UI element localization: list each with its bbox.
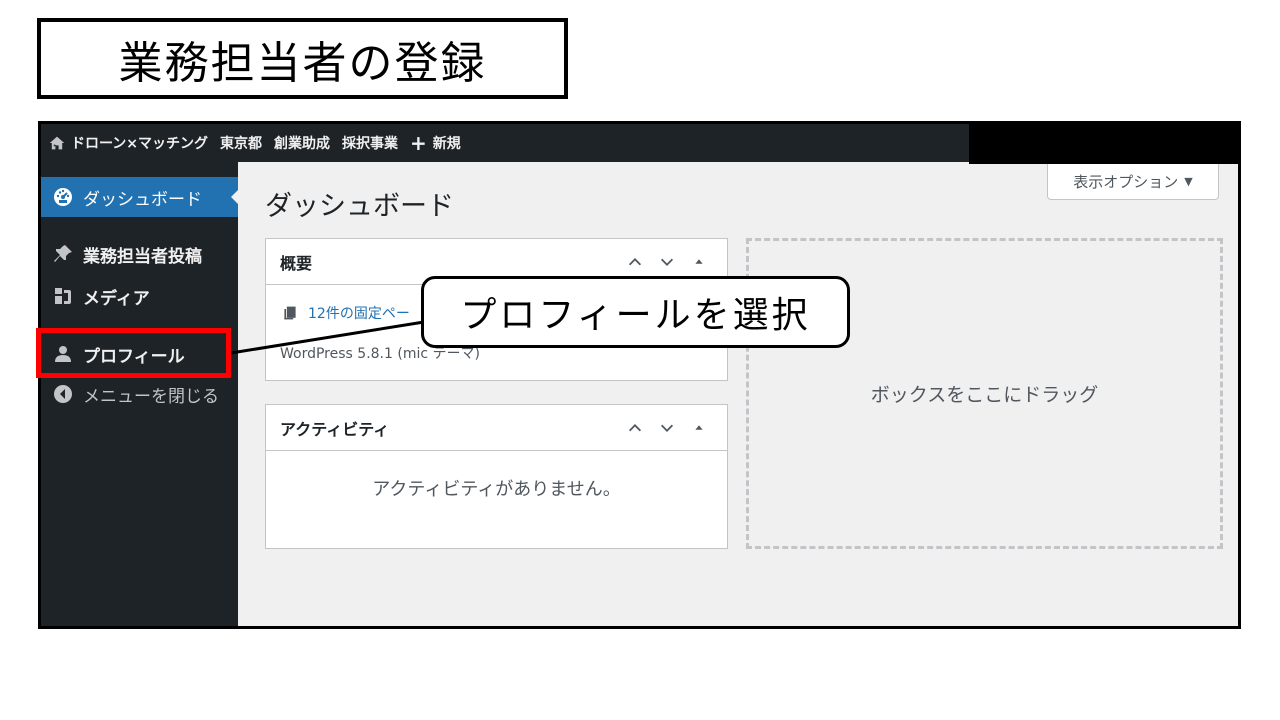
callout-bubble: プロフィールを選択 [421,276,850,348]
profile-highlight-box [36,328,231,378]
